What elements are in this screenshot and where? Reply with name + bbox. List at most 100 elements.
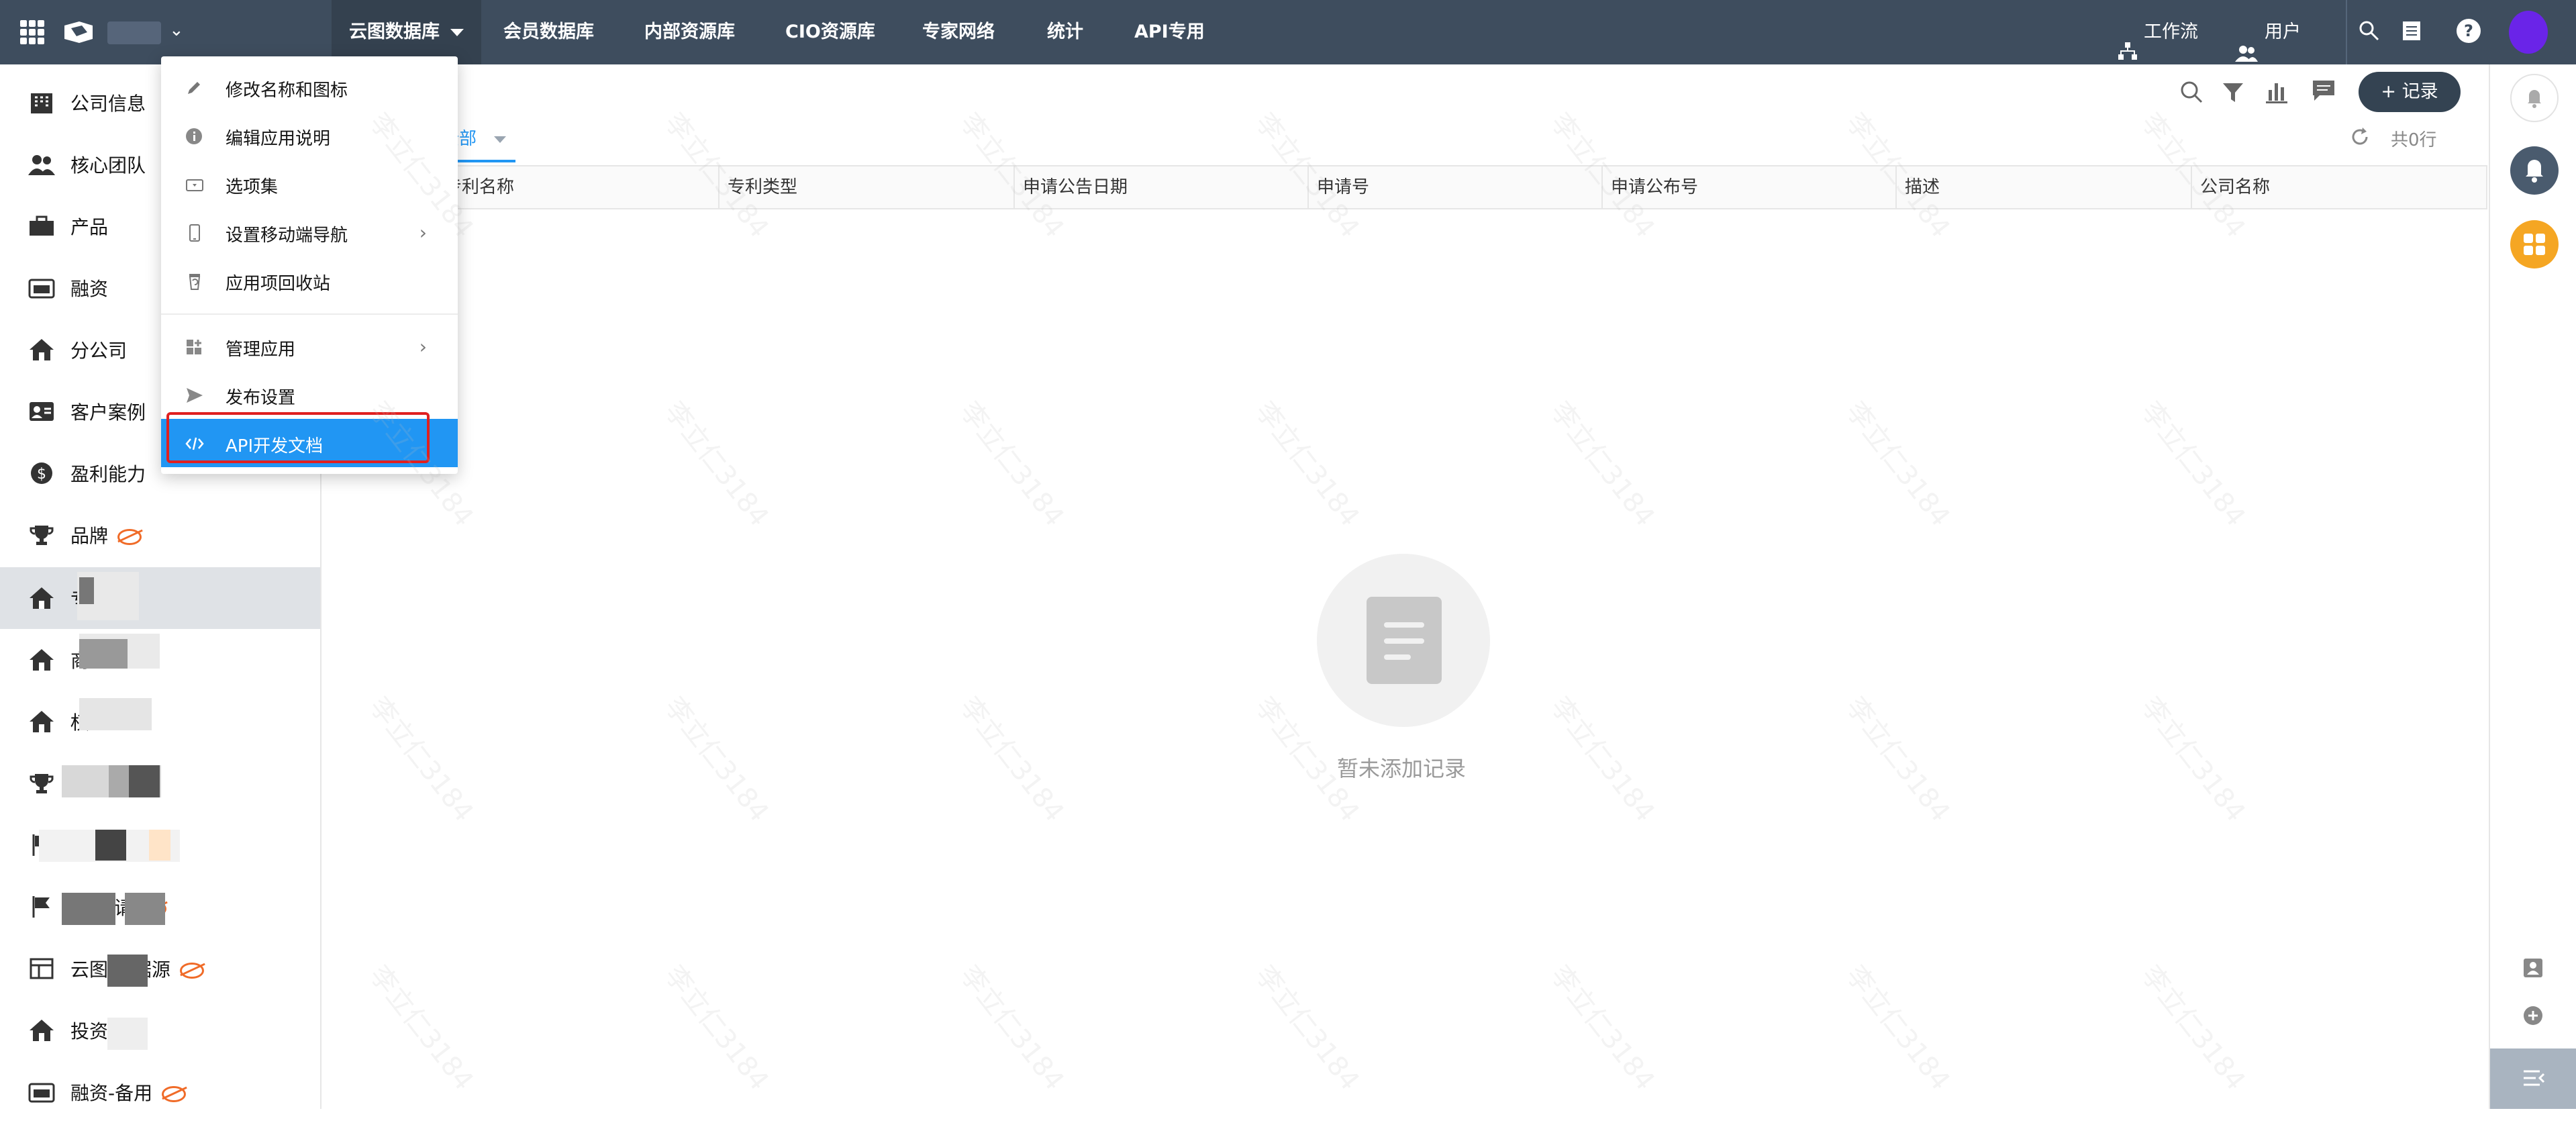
menu-item-label: 选项集 bbox=[226, 177, 279, 197]
menu-item[interactable]: 设置移动端导航 › bbox=[161, 208, 458, 256]
empty-state-text: 暂未添加记录 bbox=[1337, 756, 1467, 781]
users-icon bbox=[2235, 24, 2258, 62]
empty-state-illustration bbox=[1317, 554, 1490, 727]
home-icon bbox=[28, 710, 55, 734]
watermark-text: 李立仁3184 bbox=[2135, 959, 2252, 1097]
empty-document-icon bbox=[1367, 597, 1442, 684]
sidebar-item[interactable]: 融资-备用 bbox=[0, 1061, 320, 1123]
notes-icon[interactable] bbox=[2400, 19, 2424, 43]
table-column-header[interactable]: 专利名称 bbox=[436, 165, 720, 209]
topbar-divider bbox=[2346, 0, 2347, 64]
chevron-right-icon: › bbox=[419, 336, 427, 358]
app-name-blurred bbox=[107, 21, 161, 44]
trash-icon bbox=[185, 273, 204, 290]
add-chat-icon[interactable] bbox=[2521, 1004, 2545, 1028]
app-widgets-icon[interactable] bbox=[2510, 220, 2559, 268]
workflow-button[interactable]: 工作流 bbox=[2118, 0, 2198, 64]
sidebar-item[interactable]: 云图 数据源 bbox=[0, 938, 320, 999]
watermark-text: 李立仁3184 bbox=[1840, 959, 1956, 1097]
filter-icon[interactable] bbox=[2218, 77, 2250, 109]
sidebar-item[interactable]: 品牌 bbox=[0, 504, 320, 566]
user-avatar[interactable] bbox=[2509, 11, 2548, 54]
watermark-text: 李立仁3184 bbox=[1249, 395, 1366, 533]
chevron-right-icon: › bbox=[419, 222, 427, 244]
redaction-block bbox=[129, 765, 160, 797]
app-menu-chevron-icon[interactable]: ⌄ bbox=[169, 20, 184, 40]
nav-tab-internal-resources[interactable]: 内部资源库 bbox=[644, 0, 735, 64]
team-icon bbox=[28, 152, 55, 177]
apps-grid-icon[interactable] bbox=[20, 20, 44, 44]
nav-tab-expert-network[interactable]: 专家网络 bbox=[922, 0, 995, 64]
home-icon bbox=[28, 586, 55, 610]
sidebar-item-label: 客户案例 bbox=[70, 401, 146, 424]
menu-item-label: 编辑应用说明 bbox=[226, 129, 331, 149]
watermark-text: 李立仁3184 bbox=[1840, 691, 1956, 828]
help-icon[interactable]: ? bbox=[2457, 19, 2481, 43]
redaction-block bbox=[79, 698, 152, 730]
watermark-text: 李立仁3184 bbox=[954, 691, 1071, 828]
home-icon bbox=[28, 648, 55, 672]
dollar-icon: $ bbox=[28, 461, 55, 485]
sidebar-item-label: 分公司 bbox=[70, 340, 128, 362]
money-icon bbox=[28, 276, 55, 300]
add-record-button[interactable]: + 记录 bbox=[2359, 72, 2461, 112]
dropdown-caret-icon bbox=[450, 29, 464, 36]
watermark-text: 李立仁3184 bbox=[954, 959, 1071, 1097]
hidden-eye-icon bbox=[117, 529, 142, 545]
redaction-block bbox=[79, 577, 94, 604]
send-icon bbox=[185, 387, 204, 404]
info-icon bbox=[185, 128, 204, 145]
alerts-bell-icon[interactable] bbox=[2510, 146, 2559, 195]
watermark-text: 李立仁3184 bbox=[1544, 691, 1661, 828]
nav-tab-api[interactable]: API专用 bbox=[1134, 0, 1205, 64]
menu-item[interactable]: 修改名称和图标 bbox=[161, 63, 458, 111]
notification-bell-icon[interactable] bbox=[2510, 74, 2559, 122]
watermark-text: 李立仁3184 bbox=[658, 395, 775, 533]
flag-icon bbox=[28, 895, 55, 919]
pencil-icon bbox=[185, 79, 204, 97]
stats-chart-icon[interactable] bbox=[2262, 77, 2294, 109]
discussion-icon[interactable] bbox=[2309, 75, 2341, 107]
hidden-eye-icon bbox=[162, 1086, 187, 1102]
top-bar: ⌄ 云图数据库 会员数据库 内部资源库 CIO资源库 专家网络 统计 API专用… bbox=[0, 0, 2576, 64]
watermark-text: 李立仁3184 bbox=[2135, 691, 2252, 828]
home-icon bbox=[28, 338, 55, 362]
briefcase-icon bbox=[28, 214, 55, 238]
building-icon bbox=[28, 91, 55, 115]
sidebar-item-label: 盈利能力 bbox=[70, 463, 146, 485]
trophy-icon bbox=[28, 523, 55, 547]
menu-item[interactable]: 应用项回收站 bbox=[161, 256, 458, 305]
table-icon bbox=[28, 957, 55, 981]
sidebar-item[interactable]: 商 bbox=[0, 629, 320, 691]
search-icon[interactable] bbox=[2176, 77, 2208, 109]
sidebar-item[interactable]: 权 bbox=[0, 691, 320, 752]
home-icon bbox=[28, 1018, 55, 1042]
sidebar-item-label: 融资-备用 bbox=[70, 1079, 187, 1106]
watermark-text: 李立仁3184 bbox=[954, 395, 1071, 533]
menu-item-label: 管理应用 bbox=[226, 340, 296, 360]
sidebar-item-label: 产品 bbox=[70, 216, 109, 238]
contact-card-icon[interactable] bbox=[2521, 956, 2545, 980]
nav-tab-statistics[interactable]: 统计 bbox=[1047, 0, 1083, 64]
nav-tab-cloud-db[interactable]: 云图数据库 bbox=[332, 0, 481, 64]
watermark-text: 李立仁3184 bbox=[1544, 959, 1661, 1097]
collapse-panel-button[interactable] bbox=[2490, 1048, 2576, 1109]
sidebar-item[interactable]: 投资 bbox=[0, 999, 320, 1061]
users-button[interactable]: 用户 bbox=[2235, 0, 2301, 64]
watermark-text: 李立仁3184 bbox=[363, 959, 480, 1097]
redaction-block bbox=[149, 830, 170, 861]
refresh-icon[interactable] bbox=[2349, 126, 2371, 148]
menu-item-label: 应用项回收站 bbox=[226, 274, 331, 294]
menu-item-label: 设置移动端导航 bbox=[226, 226, 348, 246]
sidebar-item-label: 品牌 bbox=[70, 522, 142, 548]
sidebar-item[interactable]: 专 bbox=[0, 567, 320, 629]
contact-card-icon bbox=[28, 399, 55, 424]
nav-tab-cio-resources[interactable]: CIO资源库 bbox=[785, 0, 875, 64]
nav-tab-member-db[interactable]: 会员数据库 bbox=[503, 0, 594, 64]
menu-divider bbox=[161, 313, 458, 315]
menu-item[interactable]: 管理应用 › bbox=[161, 322, 458, 371]
option-set-icon bbox=[185, 176, 204, 193]
redaction-block bbox=[62, 893, 115, 925]
global-search-icon[interactable] bbox=[2357, 19, 2381, 43]
menu-item-label: 修改名称和图标 bbox=[226, 81, 348, 101]
